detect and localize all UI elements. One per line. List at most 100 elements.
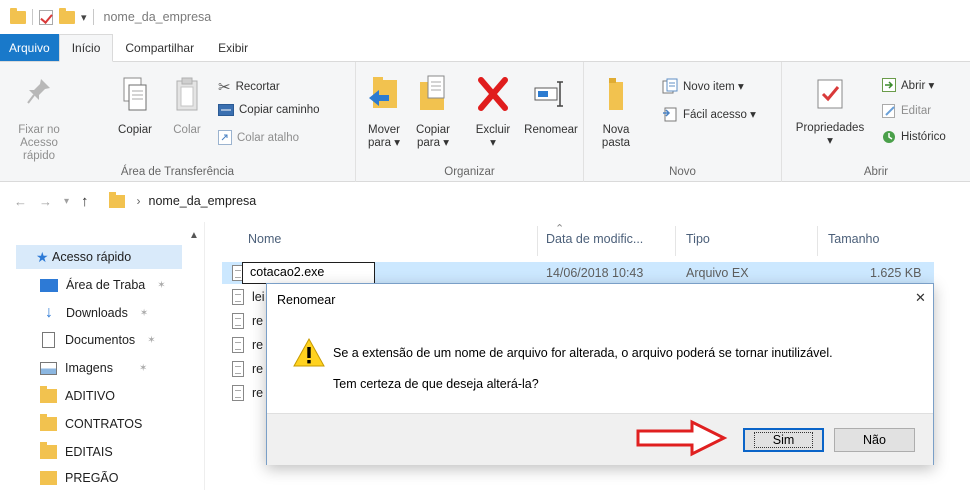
column-separator[interactable] bbox=[817, 226, 818, 256]
pin-icon: ✶ bbox=[138, 362, 148, 374]
column-separator[interactable] bbox=[537, 226, 538, 256]
nav-item-documents[interactable]: Documentos ✶ bbox=[40, 327, 156, 353]
edit-button[interactable]: Editar bbox=[882, 104, 931, 118]
new-item-button[interactable]: Novo item ▾ bbox=[662, 78, 744, 94]
column-header-size[interactable]: Tamanho bbox=[828, 232, 879, 246]
desktop-icon bbox=[40, 278, 58, 292]
new-folder-quick-icon[interactable] bbox=[59, 7, 75, 24]
copy-button[interactable]: Copiar bbox=[110, 76, 160, 137]
back-icon[interactable]: ← bbox=[14, 194, 27, 209]
history-label: Histórico bbox=[901, 131, 946, 143]
copy-to-label-2: para ▾ bbox=[417, 137, 449, 149]
nav-item-images[interactable]: Imagens ✶ bbox=[40, 355, 147, 381]
tab-compartilhar[interactable]: Compartilhar bbox=[113, 34, 206, 61]
pin-icon: ✶ bbox=[139, 307, 149, 319]
nav-label: EDITAIS bbox=[65, 445, 113, 459]
folder-icon bbox=[40, 414, 57, 431]
customize-toolbar-icon[interactable]: ▾ bbox=[81, 11, 87, 24]
delete-button[interactable]: Excluir ▾ bbox=[468, 74, 518, 150]
copy-path-button[interactable]: Copiar caminho bbox=[218, 104, 320, 116]
rename-button[interactable]: Renomear bbox=[520, 74, 582, 137]
row-name: re bbox=[252, 386, 264, 400]
edit-label: Editar bbox=[901, 105, 932, 117]
paste-icon bbox=[176, 77, 198, 111]
copy-path-icon bbox=[218, 104, 234, 116]
open-group-label: Abrir bbox=[863, 166, 889, 178]
file-icon bbox=[232, 289, 244, 305]
rename-input[interactable]: cotacao2.exe bbox=[242, 262, 375, 284]
properties-arrow[interactable]: ▾ bbox=[786, 135, 874, 148]
ribbon-tabs: Arquivo Início Compartilhar Exibir bbox=[0, 34, 970, 62]
column-header-name[interactable]: Nome bbox=[248, 232, 281, 246]
up-icon[interactable]: ↑ bbox=[81, 193, 89, 210]
nav-item-folder[interactable]: CONTRATOS bbox=[40, 411, 142, 437]
nav-item-desktop[interactable]: Área de Traba ✶ bbox=[40, 272, 166, 298]
row-size: 1.625 KB bbox=[870, 266, 922, 280]
file-icon bbox=[232, 361, 244, 377]
pin-quick-access-button[interactable]: Fixar no Acesso rápido bbox=[4, 76, 74, 163]
address-bar: ← → ▾ ↑ › nome_da_empresa bbox=[0, 187, 970, 215]
tab-exibir[interactable]: Exibir bbox=[206, 34, 260, 61]
properties-button[interactable]: Propriedades ▾ bbox=[786, 74, 874, 148]
ribbon: Fixar no Acesso rápido Copiar Colar ✂ Re… bbox=[0, 62, 970, 182]
column-separator[interactable] bbox=[675, 226, 676, 256]
nav-item-folder[interactable]: EDITAIS bbox=[40, 439, 113, 465]
copy-to-button[interactable]: Copiar para ▾ bbox=[410, 74, 456, 150]
organize-group-label: Organizar bbox=[444, 166, 495, 178]
group-open: Propriedades ▾ Abrir ▾ Editar Histórico … bbox=[782, 62, 970, 182]
delete-arrow[interactable]: ▾ bbox=[468, 137, 518, 150]
no-button[interactable]: Não bbox=[834, 428, 915, 452]
folder-icon bbox=[108, 191, 125, 208]
new-folder-icon bbox=[609, 78, 623, 110]
dialog-footer: Sim Não bbox=[267, 413, 933, 465]
file-icon bbox=[232, 337, 244, 353]
easy-access-icon bbox=[663, 107, 677, 122]
tab-inicio[interactable]: Início bbox=[58, 34, 114, 62]
column-header-date[interactable]: Data de modific... bbox=[546, 232, 643, 246]
address-path[interactable]: nome_da_empresa bbox=[149, 194, 257, 208]
easy-access-button[interactable]: Fácil acesso ▾ bbox=[662, 106, 756, 122]
nav-item-folder[interactable]: PREGÃO bbox=[40, 471, 119, 485]
file-icon bbox=[232, 385, 244, 401]
clipboard-group-label: Área de Transferência bbox=[120, 166, 235, 178]
history-button[interactable]: Histórico bbox=[882, 130, 946, 144]
separator bbox=[32, 9, 33, 25]
nav-label: Área de Traba bbox=[66, 278, 146, 292]
copy-to-label-1: Copiar bbox=[416, 124, 450, 136]
tab-arquivo[interactable]: Arquivo bbox=[0, 34, 59, 61]
paste-shortcut-button[interactable]: Colar atalho bbox=[218, 130, 299, 145]
window-title: nome_da_empresa bbox=[103, 10, 212, 24]
folder-icon bbox=[40, 471, 57, 485]
chevron-right-icon[interactable]: › bbox=[137, 194, 141, 208]
copy-path-label: Copiar caminho bbox=[239, 104, 320, 116]
rename-label: Renomear bbox=[524, 124, 578, 136]
warning-icon bbox=[293, 337, 325, 367]
new-folder-label-2: pasta bbox=[601, 137, 631, 149]
title-bar: ▾ nome_da_empresa bbox=[0, 0, 970, 34]
cut-button[interactable]: ✂ Recortar bbox=[218, 78, 280, 96]
images-icon bbox=[40, 361, 57, 375]
new-folder-label-1: Nova bbox=[602, 124, 630, 136]
move-to-button[interactable]: Mover para ▾ bbox=[360, 74, 408, 150]
move-label-1: Mover bbox=[368, 124, 400, 136]
copy-icon bbox=[123, 77, 147, 111]
close-icon[interactable]: ✕ bbox=[915, 290, 926, 306]
nav-item-folder[interactable]: ADITIVO bbox=[40, 383, 115, 409]
new-folder-button[interactable]: Nova pasta bbox=[590, 74, 642, 150]
yes-button[interactable]: Sim bbox=[743, 428, 824, 452]
forward-icon[interactable]: → bbox=[39, 194, 52, 209]
folder-icon bbox=[10, 7, 26, 24]
recent-locations-icon[interactable]: ▾ bbox=[64, 196, 69, 207]
dialog-title: Renomear bbox=[277, 293, 336, 307]
open-button[interactable]: Abrir ▾ bbox=[882, 78, 934, 92]
column-header-type[interactable]: Tipo bbox=[686, 232, 710, 246]
nav-item-quick-access[interactable]: ★ Acesso rápido bbox=[16, 245, 182, 269]
pin-icon: ✶ bbox=[157, 279, 166, 291]
navigation-pane: ★ Acesso rápido Área de Traba ✶ ↓ Downlo… bbox=[0, 222, 205, 490]
row-date: 14/06/2018 10:43 bbox=[546, 266, 644, 280]
delete-icon bbox=[478, 77, 508, 111]
nav-item-downloads[interactable]: ↓ Downloads ✶ bbox=[40, 300, 148, 326]
properties-quick-icon[interactable] bbox=[39, 9, 53, 25]
paste-button[interactable]: Colar bbox=[164, 76, 210, 137]
group-clipboard: Fixar no Acesso rápido Copiar Colar ✂ Re… bbox=[0, 62, 356, 182]
